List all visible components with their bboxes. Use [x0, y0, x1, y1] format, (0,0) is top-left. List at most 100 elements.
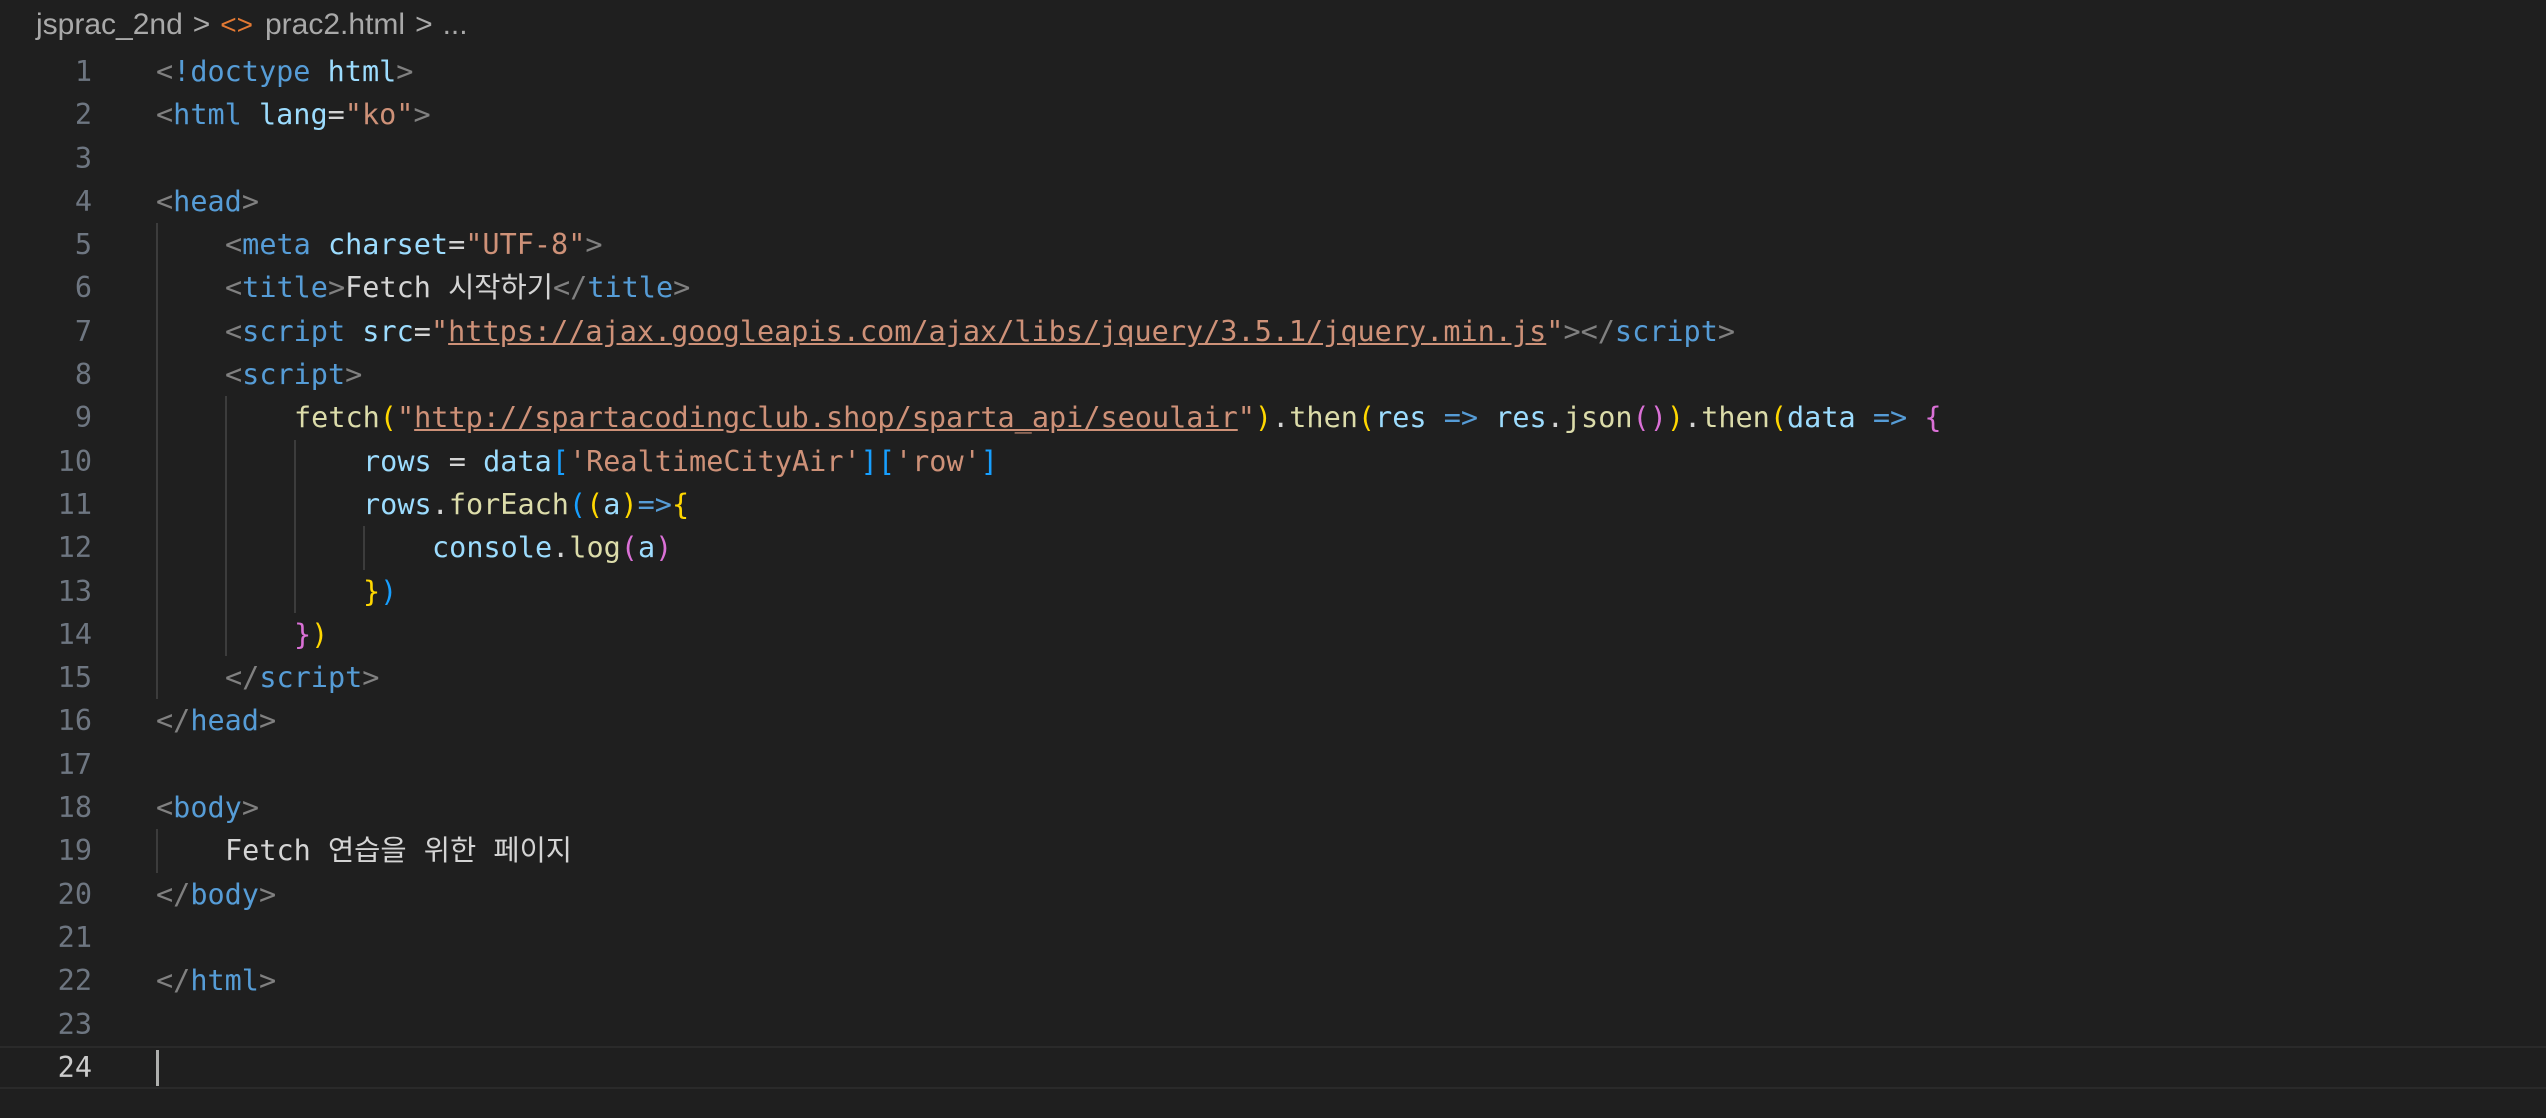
code-line[interactable]: 17 — [0, 743, 2546, 786]
code-token: < — [156, 791, 174, 825]
code-area[interactable]: 1 <!doctype html> 2 <html lang="ko"> 3 4 <head… — [0, 50, 2546, 1090]
code-line[interactable]: 19 Fetch 연습을 위한 페이지 — [0, 829, 2546, 873]
code-line[interactable]: 24 — [0, 1045, 2546, 1090]
code-token: ( — [568, 487, 587, 521]
code-token: 'RealtimeCityAir' — [568, 444, 861, 478]
code-token: < — [225, 358, 243, 392]
code-token: script — [242, 314, 346, 348]
code-token: = — [431, 444, 484, 478]
code-line[interactable]: 9 fetch("http://spartacodingclub.shop/spa… — [0, 396, 2546, 440]
code-line[interactable]: 3 — [0, 137, 2546, 180]
code-line[interactable]: 18 <body> — [0, 786, 2546, 829]
code-line[interactable]: 6 <title>Fetch 시작하기</title> — [0, 266, 2546, 310]
line-number: 5 — [74, 228, 92, 262]
breadcrumb-file[interactable]: prac2.html — [265, 8, 405, 41]
code-token: meta — [242, 228, 311, 262]
code-line[interactable]: 14}) — [0, 612, 2546, 657]
line-number: 1 — [74, 55, 92, 88]
code-token: ) — [620, 487, 638, 521]
code-token: ( — [1357, 401, 1376, 435]
code-link[interactable]: http://spartacodingclub.shop/sparta_api/… — [414, 401, 1238, 434]
code-token: res — [1495, 401, 1547, 435]
code-line[interactable]: 15 </script> — [0, 656, 2546, 700]
code-token: . — [1684, 401, 1702, 435]
indent-guide — [156, 266, 158, 310]
breadcrumb-folder[interactable]: jsprac_2nd — [36, 8, 183, 41]
breadcrumb: jsprac_2nd > <> prac2.html >... — [36, 0, 468, 50]
line-number: 16 — [57, 704, 92, 738]
breadcrumb-more[interactable]: ... — [443, 8, 468, 41]
code-token: > — [327, 271, 346, 305]
indent-guide — [363, 526, 365, 570]
code-line[interactable]: 8 <script> — [0, 353, 2546, 397]
indent-guide — [156, 439, 158, 483]
code-token: ></ — [1563, 314, 1615, 348]
code-token: html — [327, 55, 397, 88]
code-token: "ko" — [344, 98, 414, 132]
line-number: 12 — [57, 531, 92, 565]
code-line[interactable]: 5 <meta charset="UTF-8"> — [0, 223, 2546, 267]
code-token: > — [258, 704, 277, 738]
indent-guide — [294, 569, 296, 613]
code-line[interactable]: 22 </html> — [0, 959, 2546, 1002]
line-number: 7 — [74, 314, 92, 348]
indent-guide — [156, 482, 158, 527]
code-token: = — [327, 98, 345, 132]
code-editor[interactable]: jsprac_2nd > <> prac2.html >... 1 <!doctype h… — [0, 0, 2546, 1118]
code-token: " — [1237, 401, 1255, 435]
code-text: <head> — [156, 180, 259, 223]
code-token: = — [448, 228, 466, 262]
indent-guide — [156, 829, 158, 873]
line-number: 17 — [57, 747, 92, 781]
indent-guide — [225, 482, 227, 527]
chevron-right-icon: > — [415, 8, 433, 41]
code-text: Fetch 연습을 위한 페이지 — [225, 829, 572, 872]
code-line[interactable]: 4 <head> — [0, 180, 2546, 223]
code-line[interactable]: 12 console.log(a) — [0, 526, 2546, 570]
line-number: 23 — [57, 1007, 92, 1041]
code-line[interactable]: 21 — [0, 916, 2546, 959]
code-token: html — [173, 98, 242, 132]
code-token: < — [225, 228, 243, 262]
code-line[interactable]: 2 <html lang="ko"> — [0, 93, 2546, 136]
indent-guide — [294, 439, 296, 483]
code-token: > — [673, 271, 691, 305]
text-cursor — [156, 1049, 159, 1086]
code-token: [ — [551, 444, 569, 478]
code-token: title — [587, 271, 674, 305]
code-line[interactable]: 23 — [0, 1003, 2546, 1046]
code-token: then — [1701, 401, 1770, 435]
code-text: }) — [363, 570, 397, 613]
code-token: body — [190, 877, 259, 911]
code-token: forEach — [448, 487, 569, 521]
code-line[interactable]: 7 <script src="https://ajax.googleapis.co… — [0, 309, 2546, 354]
code-token: < — [156, 98, 174, 132]
indent-guide — [225, 439, 227, 483]
code-line[interactable]: 13}) — [0, 569, 2546, 613]
code-line[interactable]: 20 </body> — [0, 873, 2546, 916]
code-token: </ — [156, 877, 191, 911]
code-token: ( — [1769, 401, 1788, 435]
code-token: => — [1443, 401, 1479, 435]
code-token: > — [396, 55, 414, 88]
code-line[interactable]: 16 </head> — [0, 699, 2546, 742]
code-line[interactable]: 11 rows.forEach((a)=>{ — [0, 482, 2546, 527]
code-link[interactable]: https://ajax.googleapis.com/ajax/libs/jq… — [448, 315, 1546, 348]
line-number: 8 — [74, 358, 92, 392]
line-number: 18 — [57, 791, 92, 825]
code-token: script — [259, 661, 363, 695]
code-token: " — [430, 314, 449, 348]
code-token: ( — [620, 531, 638, 565]
line-number: 19 — [57, 834, 92, 868]
code-line[interactable]: 1 <!doctype html> — [0, 50, 2546, 93]
code-token: data — [483, 444, 552, 478]
code-line[interactable]: 10 rows = data['RealtimeCityAir']['row'] — [0, 439, 2546, 483]
code-token: !doctype — [173, 55, 311, 88]
indent-guide — [156, 656, 158, 700]
code-token: " — [396, 401, 415, 435]
line-number: 4 — [74, 184, 92, 218]
